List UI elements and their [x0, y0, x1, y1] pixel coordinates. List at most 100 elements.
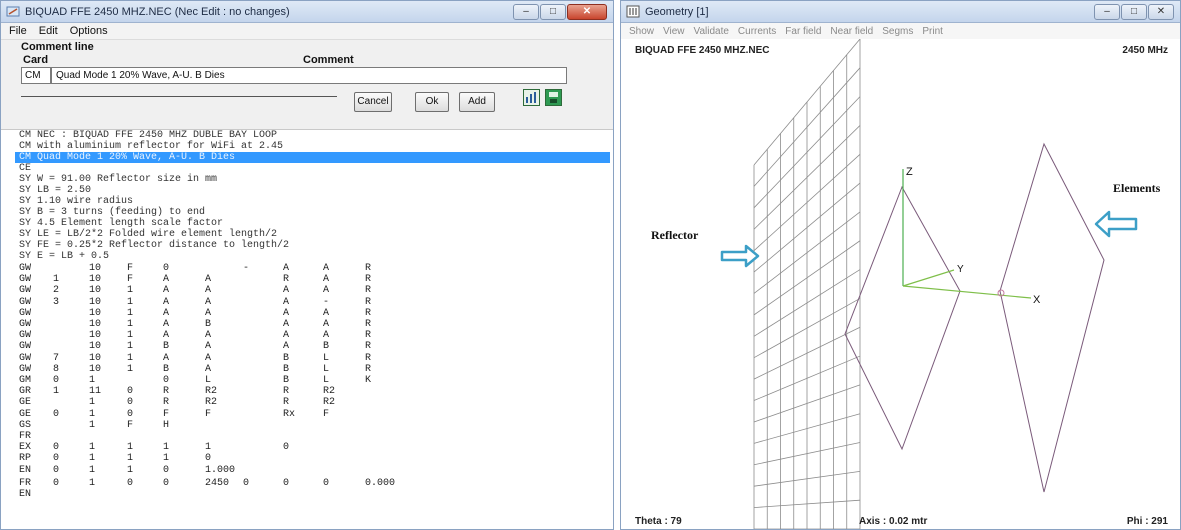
- card-value-cell: 1: [127, 442, 134, 454]
- card-value-cell: L: [323, 352, 330, 364]
- card-column-header: Card: [23, 54, 49, 66]
- geometry-minimize-button[interactable]: –: [1094, 4, 1120, 20]
- listing-line[interactable]: CM with aluminium reflector for WiFi at …: [19, 141, 283, 152]
- geometry-maximize-button[interactable]: □: [1121, 4, 1147, 20]
- card-value-cell: A: [205, 330, 212, 342]
- card-value-cell: -: [323, 296, 330, 308]
- card-value-cell: H: [163, 419, 170, 431]
- card-value-cell: A: [163, 274, 170, 286]
- geometry-close-button[interactable]: ✕: [1148, 4, 1174, 20]
- minimize-button[interactable]: –: [513, 4, 539, 20]
- card-value-cell: F: [127, 263, 134, 274]
- phi-readout: Phi : 291: [1126, 516, 1168, 527]
- menu-far-field[interactable]: Far field: [785, 26, 821, 37]
- card-value-cell: 1: [89, 375, 96, 386]
- geometry-window: Geometry [1] – □ ✕ Show View Validate Cu…: [620, 0, 1181, 530]
- card-value-cell: R: [365, 319, 372, 330]
- add-button[interactable]: Add: [459, 92, 495, 112]
- listing-line[interactable]: SY LB = 2.50: [19, 185, 91, 196]
- card-type-cell: GS: [19, 419, 32, 431]
- editor-titlebar[interactable]: BIQUAD FFE 2450 MHZ.NEC (Nec Edit : no c…: [1, 1, 613, 23]
- card-value-cell: 1: [89, 419, 96, 431]
- geometry-menubar: Show View Validate Currents Far field Ne…: [621, 23, 1180, 40]
- menu-currents[interactable]: Currents: [738, 26, 776, 37]
- card-value-cell: 0: [53, 453, 60, 465]
- listing-line[interactable]: SY LE = LB/2*2 Folded wire element lengt…: [19, 229, 277, 240]
- comment-field[interactable]: Quad Mode 1 20% Wave, A-U. B Dies: [51, 67, 567, 84]
- card-value-cell: L: [323, 363, 330, 375]
- maximize-button[interactable]: □: [540, 4, 566, 20]
- menu-validate[interactable]: Validate: [694, 26, 729, 37]
- card-value-cell: 0: [127, 397, 134, 409]
- listing-line[interactable]: SY 4.5 Element length scale factor: [19, 218, 223, 229]
- card-value-cell: 1: [163, 453, 170, 465]
- divider: [21, 96, 337, 97]
- card-type-cell: GW: [19, 274, 32, 286]
- listing-line[interactable]: SY E = LB + 0.5: [19, 251, 109, 262]
- menu-options[interactable]: Options: [70, 25, 108, 37]
- geometry-canvas[interactable]: Z Y X BIQUAD FFE 2450 MHZ.NEC 2450 MHz R…: [621, 39, 1180, 529]
- card-value-cell: Rx: [283, 408, 296, 420]
- nec-card-listing[interactable]: CM NEC : BIQUAD FFE 2450 MHZ DUBLE BAY L…: [1, 130, 613, 529]
- card-type-cell: GE: [19, 397, 32, 409]
- close-button[interactable]: ✕: [567, 4, 607, 20]
- card-value-cell: A: [283, 296, 290, 308]
- menu-file[interactable]: File: [9, 25, 27, 37]
- card-value-cell: A: [323, 285, 330, 297]
- listing-line[interactable]: SY W = 91.00 Reflector size in mm: [19, 174, 217, 185]
- card-value-cell: A: [205, 352, 212, 364]
- listing-line[interactable]: SY FE = 0.25*2 Reflector distance to len…: [19, 240, 289, 251]
- save-icon[interactable]: [545, 89, 562, 106]
- card-value-cell: F: [323, 408, 330, 420]
- editor-menubar: File Edit Options: [1, 23, 613, 40]
- card-value-cell: 2: [53, 285, 60, 297]
- card-value-cell: A: [205, 363, 212, 375]
- card-type-cell: GW: [19, 307, 32, 319]
- axis-readout: Axis : 0.02 mtr: [859, 516, 928, 527]
- card-value-cell: 10: [89, 319, 102, 330]
- cancel-button[interactable]: Cancel: [354, 92, 392, 112]
- panel-title: Comment line: [21, 41, 94, 53]
- listing-line[interactable]: SY B = 3 turns (feeding) to end: [19, 207, 205, 218]
- menu-show[interactable]: Show: [629, 26, 654, 37]
- card-type-cell: FR: [19, 431, 32, 442]
- listing-line[interactable]: SY 1.10 wire radius: [19, 196, 133, 207]
- geometry-titlebar[interactable]: Geometry [1] – □ ✕: [621, 1, 1180, 23]
- frequency-row-cell: 0: [127, 477, 134, 489]
- card-value-cell: 10: [89, 363, 102, 375]
- card-value-cell: 10: [89, 352, 102, 364]
- menu-view[interactable]: View: [663, 26, 685, 37]
- reflector-callout: Reflector: [651, 228, 699, 242]
- card-value-cell: 1: [127, 319, 134, 330]
- elements-callout: Elements: [1113, 181, 1161, 195]
- card-value-cell: B: [323, 341, 330, 353]
- card-value-cell: A: [163, 296, 170, 308]
- menu-segms[interactable]: Segms: [882, 26, 913, 37]
- listing-line[interactable]: CE: [19, 163, 31, 174]
- menu-near-field[interactable]: Near field: [830, 26, 873, 37]
- card-value-cell: 1: [127, 453, 134, 465]
- listing-line[interactable]: CM NEC : BIQUAD FFE 2450 MHZ DUBLE BAY L…: [19, 130, 277, 141]
- nec-app-icon: [6, 6, 20, 17]
- card-value-cell: 0: [53, 464, 60, 476]
- card-value-cell: K: [365, 375, 372, 386]
- card-value-cell: R: [365, 363, 372, 375]
- chart-icon[interactable]: [523, 89, 540, 106]
- card-value-cell: F: [127, 274, 134, 286]
- comment-line-panel: Comment line Card Comment CM Quad Mode 1…: [1, 40, 613, 130]
- card-value-cell: R: [163, 397, 170, 409]
- selected-listing-line[interactable]: CM Quad Mode 1 20% Wave, A-U. B Dies: [15, 152, 610, 163]
- card-value-cell: R: [283, 397, 290, 409]
- card-value-cell: 1: [53, 274, 60, 286]
- antenna-geometry-drawing[interactable]: Z Y X: [621, 39, 1180, 529]
- card-value-cell: 1: [89, 453, 96, 465]
- card-field[interactable]: CM: [21, 67, 51, 84]
- geometry-app-icon: [626, 5, 640, 18]
- card-value-cell: R2: [205, 397, 218, 409]
- menu-edit[interactable]: Edit: [39, 25, 58, 37]
- card-value-cell: 7: [53, 352, 60, 364]
- frequency-row-cell: FR: [19, 477, 32, 489]
- menu-print[interactable]: Print: [922, 26, 943, 37]
- card-value-cell: 1: [89, 442, 96, 454]
- ok-button[interactable]: Ok: [415, 92, 449, 112]
